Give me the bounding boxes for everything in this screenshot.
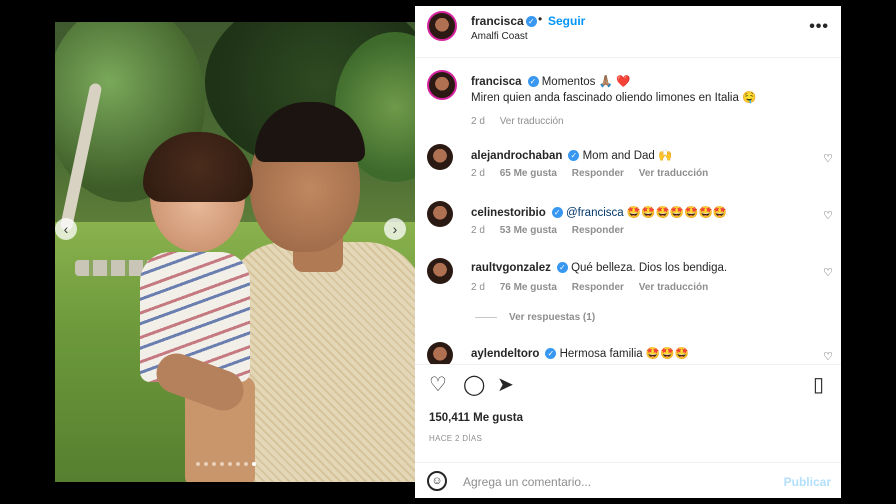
translate-link[interactable]: Ver traducción	[500, 116, 564, 127]
verified-icon: ✓	[551, 207, 563, 219]
comment-meta: 2 d 65 Me gusta Responder Ver traducción	[471, 168, 708, 179]
username[interactable]: celinestoribio	[471, 207, 546, 219]
carousel-dot	[228, 462, 232, 466]
reply-button[interactable]: Responder	[572, 225, 624, 236]
avatar[interactable]	[427, 201, 453, 227]
heart-icon[interactable]: ♡	[429, 375, 447, 395]
timestamp[interactable]: 2 d	[471, 116, 485, 127]
username[interactable]: francisca	[471, 14, 524, 28]
post-header: francisca ✓ • Seguir Amalfi Coast •••	[415, 6, 841, 58]
username[interactable]: aylendeltoro	[471, 348, 539, 360]
verified-icon: ✓	[568, 150, 580, 162]
carousel-dot	[244, 462, 248, 466]
carousel-dot	[212, 462, 216, 466]
verified-icon: ✓	[525, 16, 537, 28]
comment-text: alejandrochaban ✓ Mom and Dad 🙌	[471, 148, 672, 162]
carousel-prev-button[interactable]: ‹	[55, 218, 77, 240]
like-comment-icon[interactable]: ♡	[823, 350, 833, 363]
like-comment-icon[interactable]: ♡	[823, 209, 833, 222]
location-link[interactable]: Amalfi Coast	[471, 31, 528, 42]
avatar[interactable]	[427, 342, 453, 364]
username[interactable]: raultvgonzalez	[471, 262, 551, 274]
comment-text: raultvgonzalez ✓ Qué belleza. Dios los be…	[471, 262, 727, 274]
post-author[interactable]: francisca ✓	[471, 14, 537, 28]
instagram-post-screenshot: ‹ › francisca ✓ • Seguir Amalfi Coast •••	[0, 0, 896, 504]
add-comment-bar: ☺ Agrega un comentario... Publicar	[415, 462, 841, 498]
post-actions: ♡ ◯ ➤ ▯	[415, 364, 841, 404]
carousel-dot	[196, 462, 200, 466]
carousel-dots	[196, 462, 256, 466]
reply-button[interactable]: Responder	[572, 282, 624, 293]
caption-text: Miren quien anda fascinado oliendo limon…	[471, 92, 757, 104]
comment-meta: 2 d 53 Me gusta Responder	[471, 225, 624, 236]
post-side-panel: francisca ✓ • Seguir Amalfi Coast ••• fra…	[415, 6, 841, 498]
send-icon[interactable]: ➤	[497, 375, 514, 395]
comment-body: 🤩🤩🤩🤩🤩🤩🤩	[626, 207, 728, 219]
username[interactable]: francisca	[471, 76, 522, 88]
translate-link[interactable]: Ver traducción	[639, 282, 708, 293]
bookmark-icon[interactable]: ▯	[813, 375, 824, 395]
likes-count[interactable]: 150,411 Me gusta	[429, 412, 523, 424]
like-comment-icon[interactable]: ♡	[823, 266, 833, 279]
separator-dot: •	[538, 12, 543, 26]
comment-likes[interactable]: 76 Me gusta	[500, 282, 557, 293]
comment-likes[interactable]: 53 Me gusta	[500, 225, 557, 236]
post-time[interactable]: HACE 2 DÍAS	[429, 434, 482, 443]
carousel-dot	[220, 462, 224, 466]
comment-body: Mom and Dad 🙌	[582, 150, 673, 162]
caption-title: Momentos 🙏🏽 ❤️	[541, 76, 631, 88]
carousel-dot-active	[252, 462, 256, 466]
avatar[interactable]	[427, 70, 457, 100]
comment-meta: 2 d 76 Me gusta Responder Ver traducción	[471, 282, 708, 293]
comment-input[interactable]: Agrega un comentario...	[463, 475, 591, 489]
comment-text: aylendeltoro ✓ Hermosa familia 🤩🤩🤩	[471, 346, 689, 360]
publish-button[interactable]: Publicar	[784, 475, 831, 489]
carousel-dot	[204, 462, 208, 466]
timestamp[interactable]: 2 d	[471, 168, 485, 179]
username[interactable]: alejandrochaban	[471, 150, 562, 162]
comment-text: celinestoribio ✓ @francisca 🤩🤩🤩🤩🤩🤩🤩	[471, 205, 727, 219]
more-options-icon[interactable]: •••	[809, 18, 829, 36]
replies-divider	[475, 316, 497, 318]
comments-list[interactable]: francisca ✓ Momentos 🙏🏽 ❤️ Miren quien an…	[415, 64, 841, 364]
emoji-icon[interactable]: ☺	[427, 471, 447, 491]
follow-button[interactable]: Seguir	[548, 14, 585, 28]
view-replies-label[interactable]: Ver respuestas (1)	[509, 312, 595, 323]
verified-icon: ✓	[545, 348, 557, 360]
post-photo[interactable]	[55, 22, 415, 482]
verified-icon: ✓	[556, 262, 568, 274]
timestamp[interactable]: 2 d	[471, 225, 485, 236]
caption-meta: 2 d Ver traducción	[471, 116, 576, 127]
comment-body: Qué belleza. Dios los bendiga.	[571, 262, 728, 274]
caption-line: francisca ✓ Momentos 🙏🏽 ❤️	[471, 74, 630, 88]
carousel-next-button[interactable]: ›	[384, 218, 406, 240]
comment-body: Hermosa familia 🤩🤩🤩	[559, 348, 689, 360]
avatar[interactable]	[427, 258, 453, 284]
reply-button[interactable]: Responder	[572, 168, 624, 179]
carousel-dot	[236, 462, 240, 466]
view-replies-button[interactable]: Ver respuestas (1)	[475, 312, 595, 323]
comment-likes[interactable]: 65 Me gusta	[500, 168, 557, 179]
avatar[interactable]	[427, 11, 457, 41]
avatar[interactable]	[427, 144, 453, 170]
verified-icon: ✓	[527, 76, 539, 88]
timestamp[interactable]: 2 d	[471, 282, 485, 293]
comment-icon[interactable]: ◯	[463, 375, 485, 395]
mention-link[interactable]: @francisca	[566, 207, 624, 219]
like-comment-icon[interactable]: ♡	[823, 152, 833, 165]
translate-link[interactable]: Ver traducción	[639, 168, 708, 179]
